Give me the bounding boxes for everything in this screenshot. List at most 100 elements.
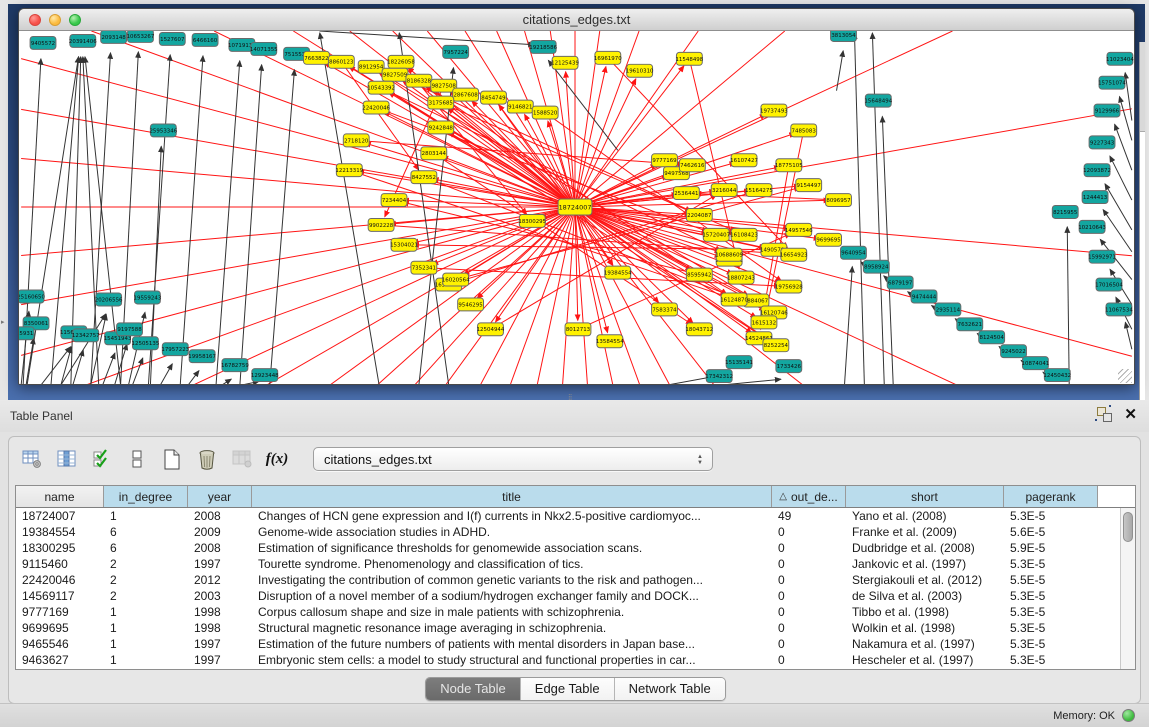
table-cell: 5.3E-5 <box>1004 620 1098 636</box>
table-cell: 1 <box>104 620 188 636</box>
table-cell: Disruption of a novel member of a sodium… <box>252 588 772 604</box>
network-view-window[interactable]: citations_edges.txt 94055722039140620931… <box>18 8 1135 385</box>
table-cell: 1 <box>104 508 188 524</box>
status-bar: Memory: OK <box>0 703 1149 727</box>
graph-node-label: 3915931 <box>19 331 33 337</box>
table-row[interactable]: 946554611997Estimation of the future num… <box>16 636 1135 652</box>
table-row[interactable]: 1830029562008Estimation of significance … <box>16 540 1135 556</box>
graph-node-label: 18043712 <box>685 327 713 333</box>
graph-node-label: 19559243 <box>134 295 162 301</box>
table-row[interactable]: 946362711997Embryonic stem cells: a mode… <box>16 652 1135 668</box>
show-columns-icon[interactable] <box>54 447 80 471</box>
column-header-pagerank[interactable]: pagerank <box>1004 486 1098 507</box>
graph-node-label: 17957223 <box>161 347 189 353</box>
graph-node-label: 14957546 <box>785 228 813 234</box>
function-builder-icon[interactable]: f(x) <box>264 447 290 471</box>
tab-network-table[interactable]: Network Table <box>615 678 725 700</box>
table-cell: 0 <box>772 524 846 540</box>
graph-edge-black <box>270 70 295 385</box>
graph-edge-black <box>872 33 884 385</box>
tab-node-table[interactable]: Node Table <box>426 678 521 700</box>
scrollbar-thumb[interactable] <box>1123 512 1133 542</box>
memory-status-label: Memory: OK <box>1053 710 1115 722</box>
graph-edge-black <box>26 338 34 385</box>
graph-edge-black <box>1125 73 1132 121</box>
table-row[interactable]: 2242004622012Investigating the contribut… <box>16 572 1135 588</box>
select-visible-columns-icon[interactable] <box>89 447 115 471</box>
table-cell: Embryonic stem cells: a model to study s… <box>252 652 772 668</box>
table-cell: 9465546 <box>16 636 104 652</box>
memory-status-indicator[interactable] <box>1122 709 1135 722</box>
graph-node-label: 19756928 <box>775 284 803 290</box>
table-cell: 18724007 <box>16 508 104 524</box>
graph-node-label: 8186328 <box>407 79 432 85</box>
graph-node-label: 9640954 <box>841 251 866 257</box>
graph-node-label: 8215955 <box>1053 210 1077 216</box>
column-header-short[interactable]: short <box>846 486 1004 507</box>
table-cell: 18300295 <box>16 540 104 556</box>
graph-edge-black <box>180 56 203 385</box>
application-window: citations_edges.txt 94055722039140620931… <box>0 0 1149 727</box>
table-cell: 1998 <box>188 604 252 620</box>
table-row[interactable]: 977716911998Corpus callosum shape and si… <box>16 604 1135 620</box>
table-selector-value: citations_edges.txt <box>324 452 432 467</box>
float-panel-icon[interactable] <box>1097 407 1112 422</box>
column-header-year[interactable]: year <box>188 486 252 507</box>
graph-node-label: 19737493 <box>760 108 788 114</box>
window-resize-grip[interactable] <box>1118 369 1132 383</box>
table-cell: 1 <box>104 652 188 668</box>
background-window-sliver <box>1139 42 1145 400</box>
graph-node-label: 19958167 <box>188 354 216 360</box>
graph-edge-black <box>837 51 844 91</box>
graph-node-label: 7485083 <box>792 128 817 134</box>
graph-edge-black <box>882 117 893 385</box>
graph-node-label: 18724007 <box>559 203 592 211</box>
table-cell: 5.3E-5 <box>1004 652 1098 668</box>
table-row[interactable]: 1872400712008Changes of HCN gene express… <box>16 508 1135 524</box>
graph-node-label: 13584554 <box>596 339 624 345</box>
table-cell: 6 <box>104 524 188 540</box>
table-cell: 2 <box>104 572 188 588</box>
table-panel: Table Panel ✕ <box>0 400 1149 727</box>
column-header-out_degree[interactable]: △out_de... <box>772 486 846 507</box>
graph-node-label: 10874041 <box>1022 361 1050 367</box>
row-height-icon[interactable] <box>124 447 150 471</box>
vertical-scrollbar[interactable] <box>1120 508 1135 670</box>
table-cell: 2 <box>104 588 188 604</box>
graph-edge-red <box>442 156 575 207</box>
window-titlebar[interactable]: citations_edges.txt <box>19 9 1134 31</box>
graph-node-label: 9129966 <box>1095 108 1120 114</box>
graph-node-label: 2867608 <box>453 93 478 99</box>
graph-node-label: 16654923 <box>780 253 808 259</box>
graph-node-label: 8958924 <box>864 265 889 271</box>
column-header-name[interactable]: name <box>16 486 104 507</box>
column-header-title[interactable]: title <box>252 486 772 507</box>
graph-node-label: 7462616 <box>680 163 705 169</box>
graph-node-label: 15451943 <box>104 336 132 342</box>
graph-node-label: 7632621 <box>958 322 982 328</box>
table-cell: 1997 <box>188 636 252 652</box>
column-header-in_degree[interactable]: in_degree <box>104 486 188 507</box>
table-cell: Estimation of significance thresholds fo… <box>252 540 772 556</box>
table-row[interactable]: 1938455462009Genome-wide association stu… <box>16 524 1135 540</box>
delete-table-icon[interactable] <box>194 447 220 471</box>
table-selector-dropdown[interactable]: citations_edges.txt ▲▼ <box>313 447 713 471</box>
graph-node-label: 6879197 <box>888 280 912 286</box>
network-canvas[interactable]: 9405572203914062093148106532671527607646… <box>19 31 1134 385</box>
table-settings-icon[interactable] <box>19 447 45 471</box>
table-row[interactable]: 969969511998Structural magnetic resonanc… <box>16 620 1135 636</box>
window-title: citations_edges.txt <box>19 12 1134 27</box>
create-table-icon[interactable] <box>159 447 185 471</box>
table-row[interactable]: 911546021997Tourette syndrome. Phenomeno… <box>16 556 1135 572</box>
graph-node-label: 7583374 <box>652 307 677 313</box>
close-panel-icon[interactable]: ✕ <box>1124 407 1137 422</box>
table-header-row: namein_degreeyeartitle△out_de...shortpag… <box>16 486 1135 508</box>
panel-collapse-handle[interactable]: ▸ <box>1 318 6 325</box>
tab-edge-table[interactable]: Edge Table <box>521 678 615 700</box>
table-cell: 1998 <box>188 620 252 636</box>
citation-network-graph[interactable]: 9405572203914062093148106532671527607646… <box>19 31 1134 385</box>
table-row[interactable]: 1456911722003Disruption of a novel membe… <box>16 588 1135 604</box>
table-cell: 1997 <box>188 556 252 572</box>
graph-edge-red <box>575 207 670 385</box>
dropdown-arrows-icon: ▲▼ <box>694 451 706 468</box>
